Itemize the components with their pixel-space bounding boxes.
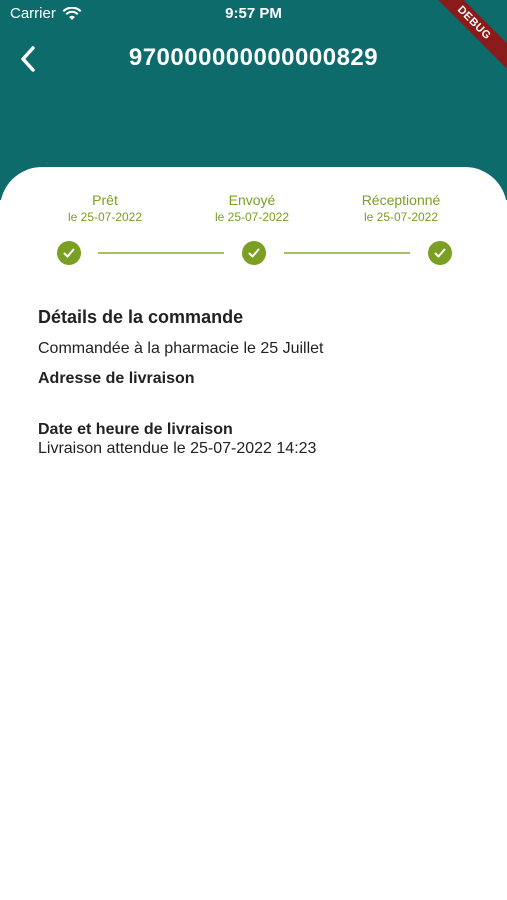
check-icon xyxy=(428,241,452,265)
step-label: Réceptionné xyxy=(361,192,441,208)
status-bar: Carrier 9:57 PM xyxy=(0,0,507,30)
delivery-datetime-title: Date et heure de livraison xyxy=(38,421,233,438)
order-detail-screen: Carrier 9:57 PM DEBUG 970000000000000829 xyxy=(0,0,507,900)
step-date: le 25-07-2022 xyxy=(214,210,290,224)
order-status-tracker: Prêt le 25-07-2022 Envoyé le 25-07-2022 … xyxy=(0,191,507,271)
check-icon xyxy=(242,241,266,265)
order-details: Détails de la commande Commandée à la ph… xyxy=(38,307,478,458)
step-date: le 25-07-2022 xyxy=(67,210,143,224)
step-ready: Prêt le 25-07-2022 xyxy=(45,191,165,225)
step-connector xyxy=(98,252,224,254)
order-card: Prêt le 25-07-2022 Envoyé le 25-07-2022 … xyxy=(0,167,507,900)
step-sent: Envoyé le 25-07-2022 xyxy=(192,191,312,225)
step-date: le 25-07-2022 xyxy=(363,210,439,224)
address-title: Adresse de livraison xyxy=(38,370,195,387)
step-connector xyxy=(284,252,410,254)
delivery-datetime-text: Livraison attendue le 25-07-2022 14:23 xyxy=(38,440,317,457)
details-title: Détails de la commande xyxy=(38,307,244,327)
address-spacer xyxy=(38,388,478,420)
step-received: Réceptionné le 25-07-2022 xyxy=(341,191,461,225)
step-label: Prêt xyxy=(92,192,118,208)
status-time: 9:57 PM xyxy=(225,5,282,22)
step-label: Envoyé xyxy=(228,192,276,208)
check-icon xyxy=(57,241,81,265)
order-number-title: 970000000000000829 xyxy=(128,44,379,71)
ordered-text: Commandée à la pharmacie le 25 Juillet xyxy=(38,340,324,357)
